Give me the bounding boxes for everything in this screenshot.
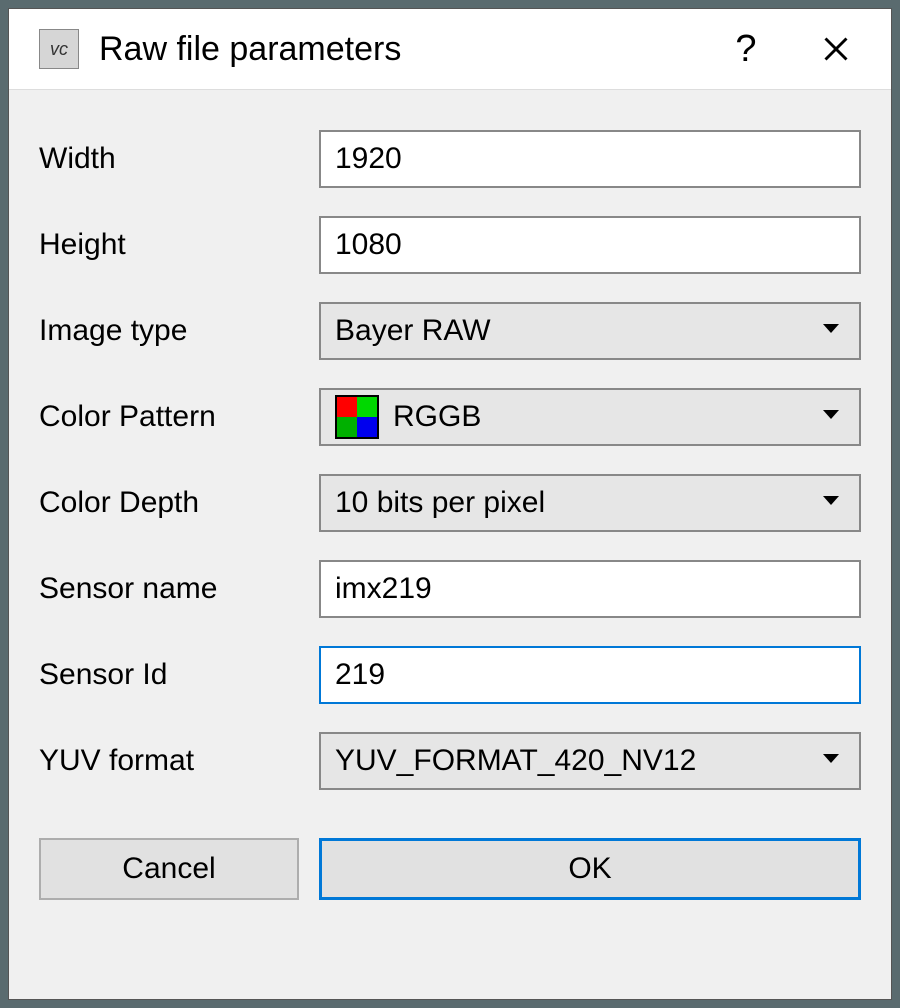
- sensor-name-row: Sensor name: [39, 560, 861, 618]
- close-button[interactable]: [801, 19, 871, 79]
- color-depth-value: 10 bits per pixel: [335, 486, 845, 520]
- sensor-id-input[interactable]: [319, 646, 861, 704]
- sensor-id-row: Sensor Id: [39, 646, 861, 704]
- color-pattern-value: RGGB: [393, 400, 845, 434]
- chevron-down-icon: [821, 752, 841, 771]
- button-row: Cancel OK: [39, 838, 861, 900]
- height-label: Height: [39, 228, 299, 262]
- chevron-down-icon: [821, 322, 841, 341]
- dialog-content: Width Height Image type Bayer RAW Color …: [9, 89, 891, 999]
- dialog-title: Raw file parameters: [99, 30, 691, 69]
- color-depth-combo[interactable]: 10 bits per pixel: [319, 474, 861, 532]
- width-label: Width: [39, 142, 299, 176]
- color-depth-row: Color Depth 10 bits per pixel: [39, 474, 861, 532]
- app-icon: vc: [39, 29, 79, 69]
- yuv-format-combo[interactable]: YUV_FORMAT_420_NV12: [319, 732, 861, 790]
- height-input[interactable]: [319, 216, 861, 274]
- rggb-icon: [335, 395, 379, 439]
- titlebar: vc Raw file parameters ?: [9, 9, 891, 89]
- ok-button[interactable]: OK: [319, 838, 861, 900]
- close-icon: [822, 35, 850, 63]
- width-row: Width: [39, 130, 861, 188]
- color-depth-label: Color Depth: [39, 486, 299, 520]
- yuv-format-value: YUV_FORMAT_420_NV12: [335, 744, 845, 778]
- color-pattern-row: Color Pattern RGGB: [39, 388, 861, 446]
- sensor-name-input[interactable]: [319, 560, 861, 618]
- raw-file-parameters-dialog: vc Raw file parameters ? Width Height Im…: [8, 8, 892, 1000]
- color-pattern-label: Color Pattern: [39, 400, 299, 434]
- image-type-label: Image type: [39, 314, 299, 348]
- image-type-combo[interactable]: Bayer RAW: [319, 302, 861, 360]
- sensor-name-label: Sensor name: [39, 572, 299, 606]
- cancel-button[interactable]: Cancel: [39, 838, 299, 900]
- yuv-format-label: YUV format: [39, 744, 299, 778]
- image-type-row: Image type Bayer RAW: [39, 302, 861, 360]
- width-input[interactable]: [319, 130, 861, 188]
- help-button[interactable]: ?: [711, 19, 781, 79]
- color-pattern-combo[interactable]: RGGB: [319, 388, 861, 446]
- height-row: Height: [39, 216, 861, 274]
- sensor-id-label: Sensor Id: [39, 658, 299, 692]
- chevron-down-icon: [821, 494, 841, 513]
- yuv-format-row: YUV format YUV_FORMAT_420_NV12: [39, 732, 861, 790]
- image-type-value: Bayer RAW: [335, 314, 845, 348]
- chevron-down-icon: [821, 408, 841, 427]
